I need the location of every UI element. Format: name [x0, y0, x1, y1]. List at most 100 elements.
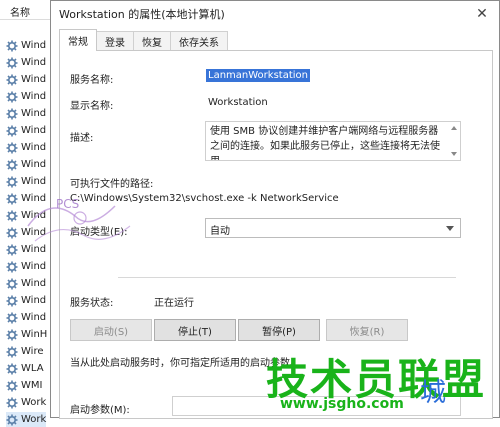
service-list-item[interactable]: Wind — [6, 276, 46, 291]
dialog-title: Workstation 的属性(本地计算机) — [51, 1, 499, 27]
gear-icon — [6, 210, 18, 222]
service-list-item[interactable]: Wind — [6, 38, 46, 53]
service-list-item[interactable]: Wind — [6, 259, 46, 274]
service-list-item-label: Work — [21, 414, 47, 425]
service-list-item-label: Work — [21, 397, 47, 408]
exe-path-value[interactable]: C:\Windows\System32\svchost.exe -k Netwo… — [70, 193, 339, 204]
service-list-item[interactable]: Wind — [6, 157, 46, 172]
start-params-input[interactable] — [172, 396, 461, 416]
start-params-label: 启动参数(M): — [70, 405, 130, 416]
display-name-label: 显示名称: — [70, 101, 114, 112]
gear-icon — [6, 142, 18, 154]
service-list-item-label: WinH — [21, 329, 48, 340]
tab-dependencies[interactable]: 依存关系 — [170, 31, 228, 51]
service-list-item[interactable]: Wind — [6, 174, 46, 189]
service-list-item[interactable]: Work — [6, 395, 46, 410]
service-list-item-label: Wind — [21, 210, 47, 221]
gear-icon — [6, 261, 18, 273]
gear-icon — [6, 176, 18, 188]
tab-strip: 常规 登录 恢复 依存关系 — [59, 29, 228, 51]
services-list: 名称 Wind Wind Wind Wind Wind Wind Wind Wind Wind W… — [0, 0, 54, 427]
description-field[interactable]: 使用 SMB 协议创建并维护客户端网络与远程服务器之间的连接。如果此服务已停止，… — [205, 121, 461, 161]
startup-type-label: 启动类型(E): — [70, 227, 128, 238]
gear-icon — [6, 414, 18, 426]
service-list-item[interactable]: Wind — [6, 106, 46, 121]
service-list-item[interactable]: WMI — [6, 378, 42, 393]
tab-recovery[interactable]: 恢复 — [133, 31, 171, 51]
service-list-item[interactable]: Wind — [6, 225, 46, 240]
gear-icon — [6, 312, 18, 324]
service-list-item-label: Wind — [21, 176, 47, 187]
stop-button[interactable]: 停止(T) — [154, 319, 236, 341]
pause-button[interactable]: 暂停(P) — [238, 319, 320, 341]
exe-path-label: 可执行文件的路径: — [70, 179, 154, 190]
service-list-item[interactable]: Wind — [6, 123, 46, 138]
startup-type-value: 自动 — [210, 226, 230, 237]
startup-type-select[interactable]: 自动 — [205, 218, 461, 238]
service-list-item[interactable]: Wind — [6, 191, 46, 206]
resume-button[interactable]: 恢复(R) — [326, 319, 408, 341]
service-list-item-label: Wind — [21, 261, 47, 272]
service-list-item[interactable]: Wind — [6, 208, 46, 223]
gear-icon — [6, 346, 18, 358]
close-icon[interactable]: ✕ — [473, 5, 491, 23]
service-list-item-label: WLA — [21, 363, 44, 374]
service-status-label: 服务状态: — [70, 298, 114, 309]
name-column-header[interactable]: 名称 — [0, 0, 53, 20]
properties-dialog: Workstation 的属性(本地计算机) ✕ 常规 登录 恢复 依存关系 服… — [50, 0, 500, 419]
service-list-item-label: Wind — [21, 244, 47, 255]
description-label: 描述: — [70, 133, 94, 144]
scroll-down-icon[interactable] — [451, 152, 457, 156]
service-list-item[interactable]: Wind — [6, 140, 46, 155]
service-list-item-label: WMI — [21, 380, 43, 391]
gear-icon — [6, 397, 18, 409]
general-panel: 服务名称: LanmanWorkstation 显示名称: Workstatio… — [59, 50, 493, 419]
service-list-item[interactable]: Wind — [6, 293, 46, 308]
tab-logon[interactable]: 登录 — [96, 31, 134, 51]
chevron-down-icon — [446, 226, 454, 231]
service-list-item[interactable]: Wind — [6, 55, 46, 70]
gear-icon — [6, 108, 18, 120]
gear-icon — [6, 380, 18, 392]
service-list-item-label: Wind — [21, 193, 47, 204]
gear-icon — [6, 244, 18, 256]
service-list-item-label: Wind — [21, 142, 47, 153]
gear-icon — [6, 278, 18, 290]
service-list-item-label: Wind — [21, 125, 47, 136]
gear-icon — [6, 40, 18, 52]
service-name-value[interactable]: LanmanWorkstation — [206, 69, 310, 82]
service-list-item[interactable]: Wind — [6, 72, 46, 87]
service-list-item[interactable]: WLA — [6, 361, 44, 376]
service-list-item-label: Wind — [21, 295, 47, 306]
tab-general[interactable]: 常规 — [59, 29, 97, 51]
service-list-item-label: Wind — [21, 91, 47, 102]
service-list-item[interactable]: Wind — [6, 242, 46, 257]
gear-icon — [6, 74, 18, 86]
service-list-item[interactable]: Wire — [6, 344, 44, 359]
display-name-value[interactable]: Workstation — [208, 97, 268, 108]
service-list-item[interactable]: Work — [6, 412, 47, 427]
scroll-up-icon[interactable] — [451, 126, 457, 130]
gear-icon — [6, 329, 18, 341]
description-scrollbar[interactable] — [449, 123, 459, 159]
gear-icon — [6, 295, 18, 307]
divider — [118, 277, 456, 278]
service-list-item-label: Wind — [21, 159, 47, 170]
service-list-item-label: Wind — [21, 227, 47, 238]
gear-icon — [6, 91, 18, 103]
gear-icon — [6, 159, 18, 171]
description-text: 使用 SMB 协议创建并维护客户端网络与远程服务器之间的连接。如果此服务已停止，… — [210, 126, 440, 160]
service-status-value: 正在运行 — [154, 298, 194, 309]
service-list-item[interactable]: Wind — [6, 89, 46, 104]
service-list-item-label: Wire — [21, 346, 44, 357]
service-list-item[interactable]: Wind — [6, 310, 46, 325]
service-list-item[interactable]: WinH — [6, 327, 47, 342]
service-list-item-label: Wind — [21, 74, 47, 85]
gear-icon — [6, 193, 18, 205]
start-button[interactable]: 启动(S) — [70, 319, 152, 341]
service-list-item-label: Wind — [21, 278, 47, 289]
service-list-item-label: Wind — [21, 108, 47, 119]
gear-icon — [6, 363, 18, 375]
start-params-hint: 当从此处启动服务时，你可指定所适用的启动参数。 — [70, 358, 300, 369]
service-list-item-label: Wind — [21, 312, 47, 323]
